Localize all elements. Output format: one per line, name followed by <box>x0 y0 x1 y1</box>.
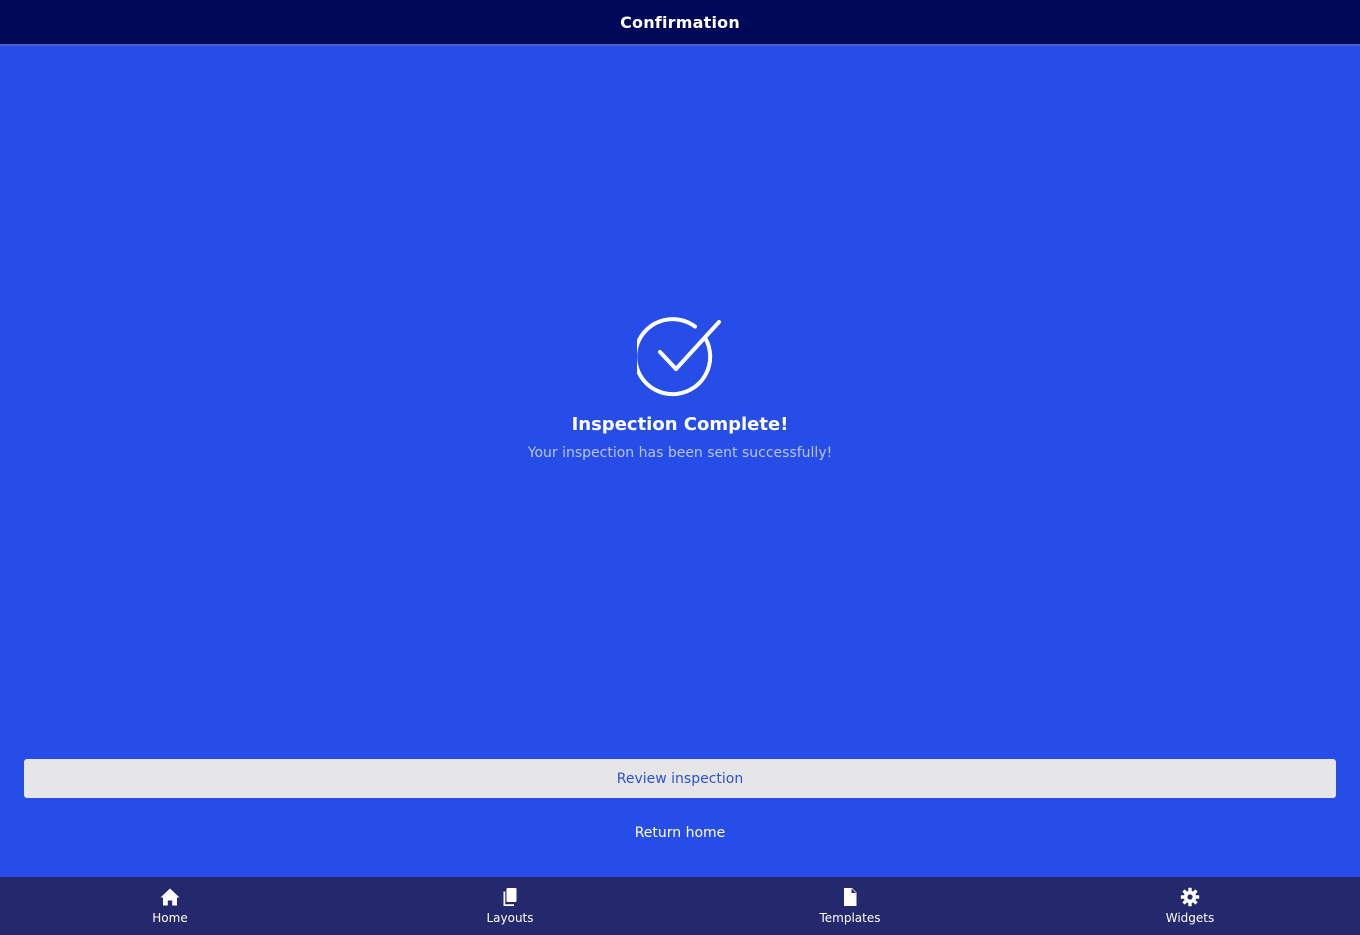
tab-layouts[interactable]: Layouts <box>340 877 680 935</box>
review-inspection-button[interactable]: Review inspection <box>24 759 1336 798</box>
tab-widgets[interactable]: Widgets <box>1020 877 1360 935</box>
page-title: Confirmation <box>620 12 740 32</box>
check-circle-icon <box>637 317 721 397</box>
home-icon <box>160 888 180 906</box>
return-home-button[interactable]: Return home <box>580 818 780 848</box>
tab-templates-label: Templates <box>819 911 881 925</box>
tab-home[interactable]: Home <box>0 877 340 935</box>
main-content: Inspection Complete! Your inspection has… <box>0 46 1360 877</box>
gear-icon <box>1180 887 1200 907</box>
success-panel: Inspection Complete! Your inspection has… <box>0 316 1360 461</box>
success-subtitle: Your inspection has been sent successful… <box>527 445 833 461</box>
bottom-tab-bar: Home Layouts Templates Widgets <box>0 877 1360 935</box>
app-header: Confirmation <box>0 0 1360 46</box>
tab-templates[interactable]: Templates <box>680 877 1020 935</box>
tab-layouts-label: Layouts <box>486 911 534 925</box>
tab-home-label: Home <box>152 911 188 925</box>
layouts-icon <box>503 888 517 906</box>
document-icon <box>844 888 857 906</box>
tab-widgets-label: Widgets <box>1165 911 1215 925</box>
success-title: Inspection Complete! <box>571 414 789 435</box>
